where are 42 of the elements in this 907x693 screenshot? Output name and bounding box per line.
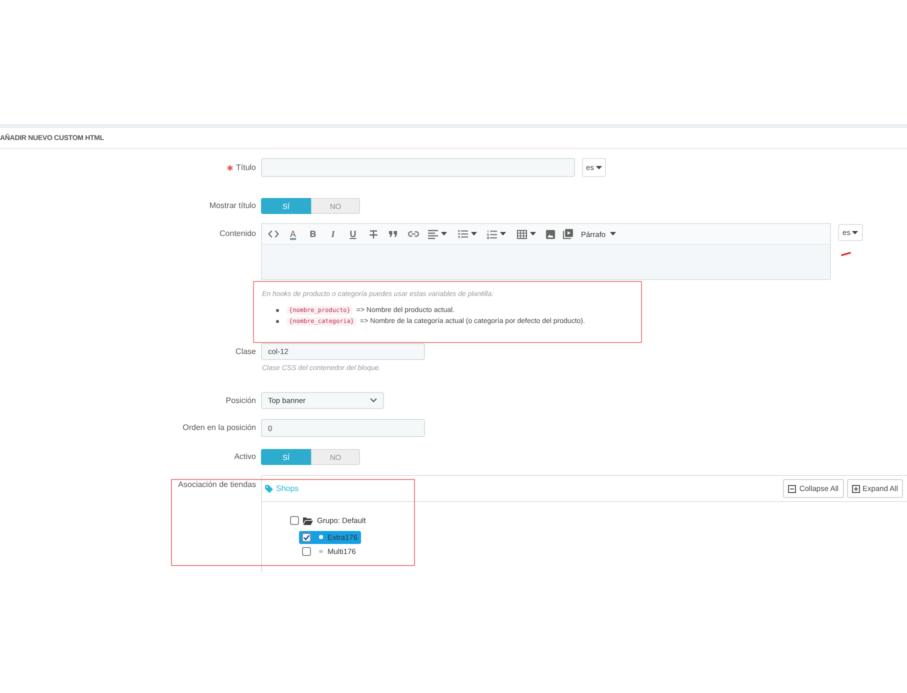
italic-button[interactable]: I [323, 224, 343, 244]
quote-icon [389, 231, 397, 237]
checkbox[interactable] [290, 516, 299, 525]
caret-icon [610, 232, 616, 236]
caret-icon [530, 232, 536, 236]
font-color-button[interactable]: A [283, 224, 303, 244]
dot-icon [319, 550, 322, 554]
code-icon [268, 230, 278, 238]
bullet-list-icon [458, 230, 468, 238]
field-label: Posición [226, 396, 256, 406]
field-label: Clase [236, 346, 256, 356]
caret-icon [470, 232, 477, 236]
caret-icon [852, 230, 858, 234]
table-icon [516, 230, 527, 238]
field-label: Activo [234, 452, 256, 462]
caret-icon [441, 232, 448, 236]
checkbox[interactable] [302, 532, 311, 542]
link-icon [408, 231, 418, 237]
caret-icon [596, 166, 602, 170]
title-field[interactable] [261, 158, 575, 177]
caret-icon [500, 232, 506, 236]
chevron-down-icon [370, 398, 377, 403]
checkbox[interactable] [302, 547, 311, 556]
field-label: Contenido [220, 228, 256, 238]
field-label: Orden en la posición [182, 423, 256, 433]
strikethrough-icon [368, 230, 378, 238]
dot-icon [319, 535, 322, 539]
folder-icon [303, 516, 313, 524]
plus-square-icon [852, 484, 860, 492]
video-icon [563, 229, 573, 239]
underline-button[interactable]: U [343, 224, 363, 244]
minus-square-icon [788, 484, 796, 492]
ordered-list-icon [487, 230, 498, 238]
tag-icon [265, 484, 273, 492]
bullet-icon [276, 320, 279, 323]
field-label: Mostrar título [209, 201, 256, 211]
field-label: Título [236, 162, 256, 172]
bullet-icon [276, 309, 279, 312]
bold-button[interactable]: B [303, 224, 323, 244]
field-label: Asociación de tiendas [178, 480, 256, 490]
image-icon [546, 230, 554, 238]
align-icon [428, 230, 438, 238]
